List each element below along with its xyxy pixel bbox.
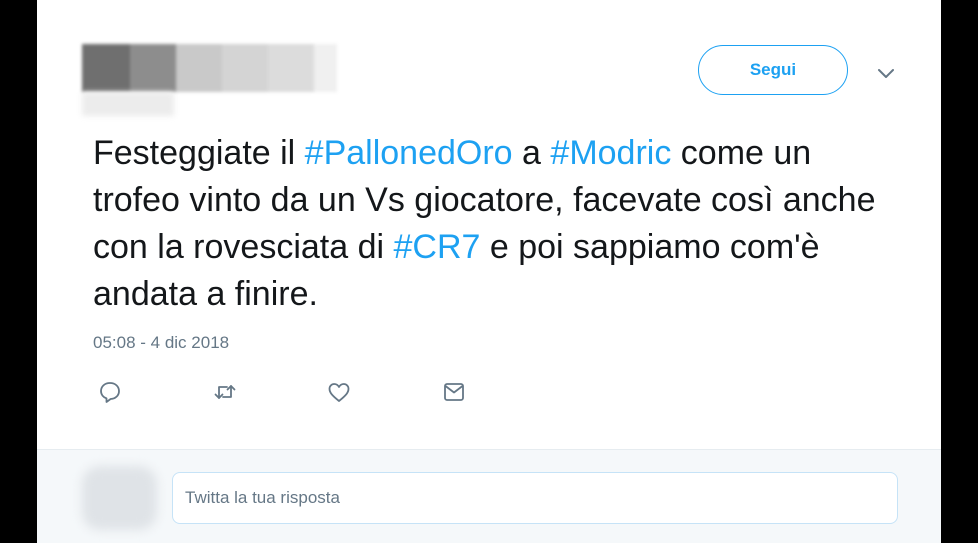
follow-button[interactable]: Segui — [698, 45, 848, 95]
tweet-timestamp[interactable]: 05:08 - 4 dic 2018 — [93, 333, 229, 353]
chevron-down-icon[interactable] — [875, 62, 897, 84]
avatar — [82, 466, 157, 530]
follow-button-label: Segui — [749, 60, 797, 79]
reply-icon[interactable] — [97, 379, 123, 405]
hashtag-link[interactable]: #CR7 — [394, 228, 481, 266]
blurred-user-name — [82, 44, 337, 92]
tweet-text-segment: Festeggiate il — [93, 134, 305, 172]
hashtag-link[interactable]: #Modric — [550, 134, 671, 172]
reply-bar — [37, 449, 941, 543]
direct-message-icon[interactable] — [441, 379, 467, 405]
tweet-card: Segui Festeggiate il #PallonedOro a #Mod… — [37, 0, 941, 543]
like-icon[interactable] — [326, 379, 352, 405]
reply-input[interactable] — [172, 472, 898, 524]
retweet-icon[interactable] — [212, 379, 238, 405]
hashtag-link[interactable]: #PallonedOro — [305, 134, 513, 172]
blurred-user-handle — [82, 92, 174, 116]
tweet-text: Festeggiate il #PallonedOro a #Modric co… — [93, 130, 893, 318]
tweet-text-segment: a — [512, 134, 551, 172]
